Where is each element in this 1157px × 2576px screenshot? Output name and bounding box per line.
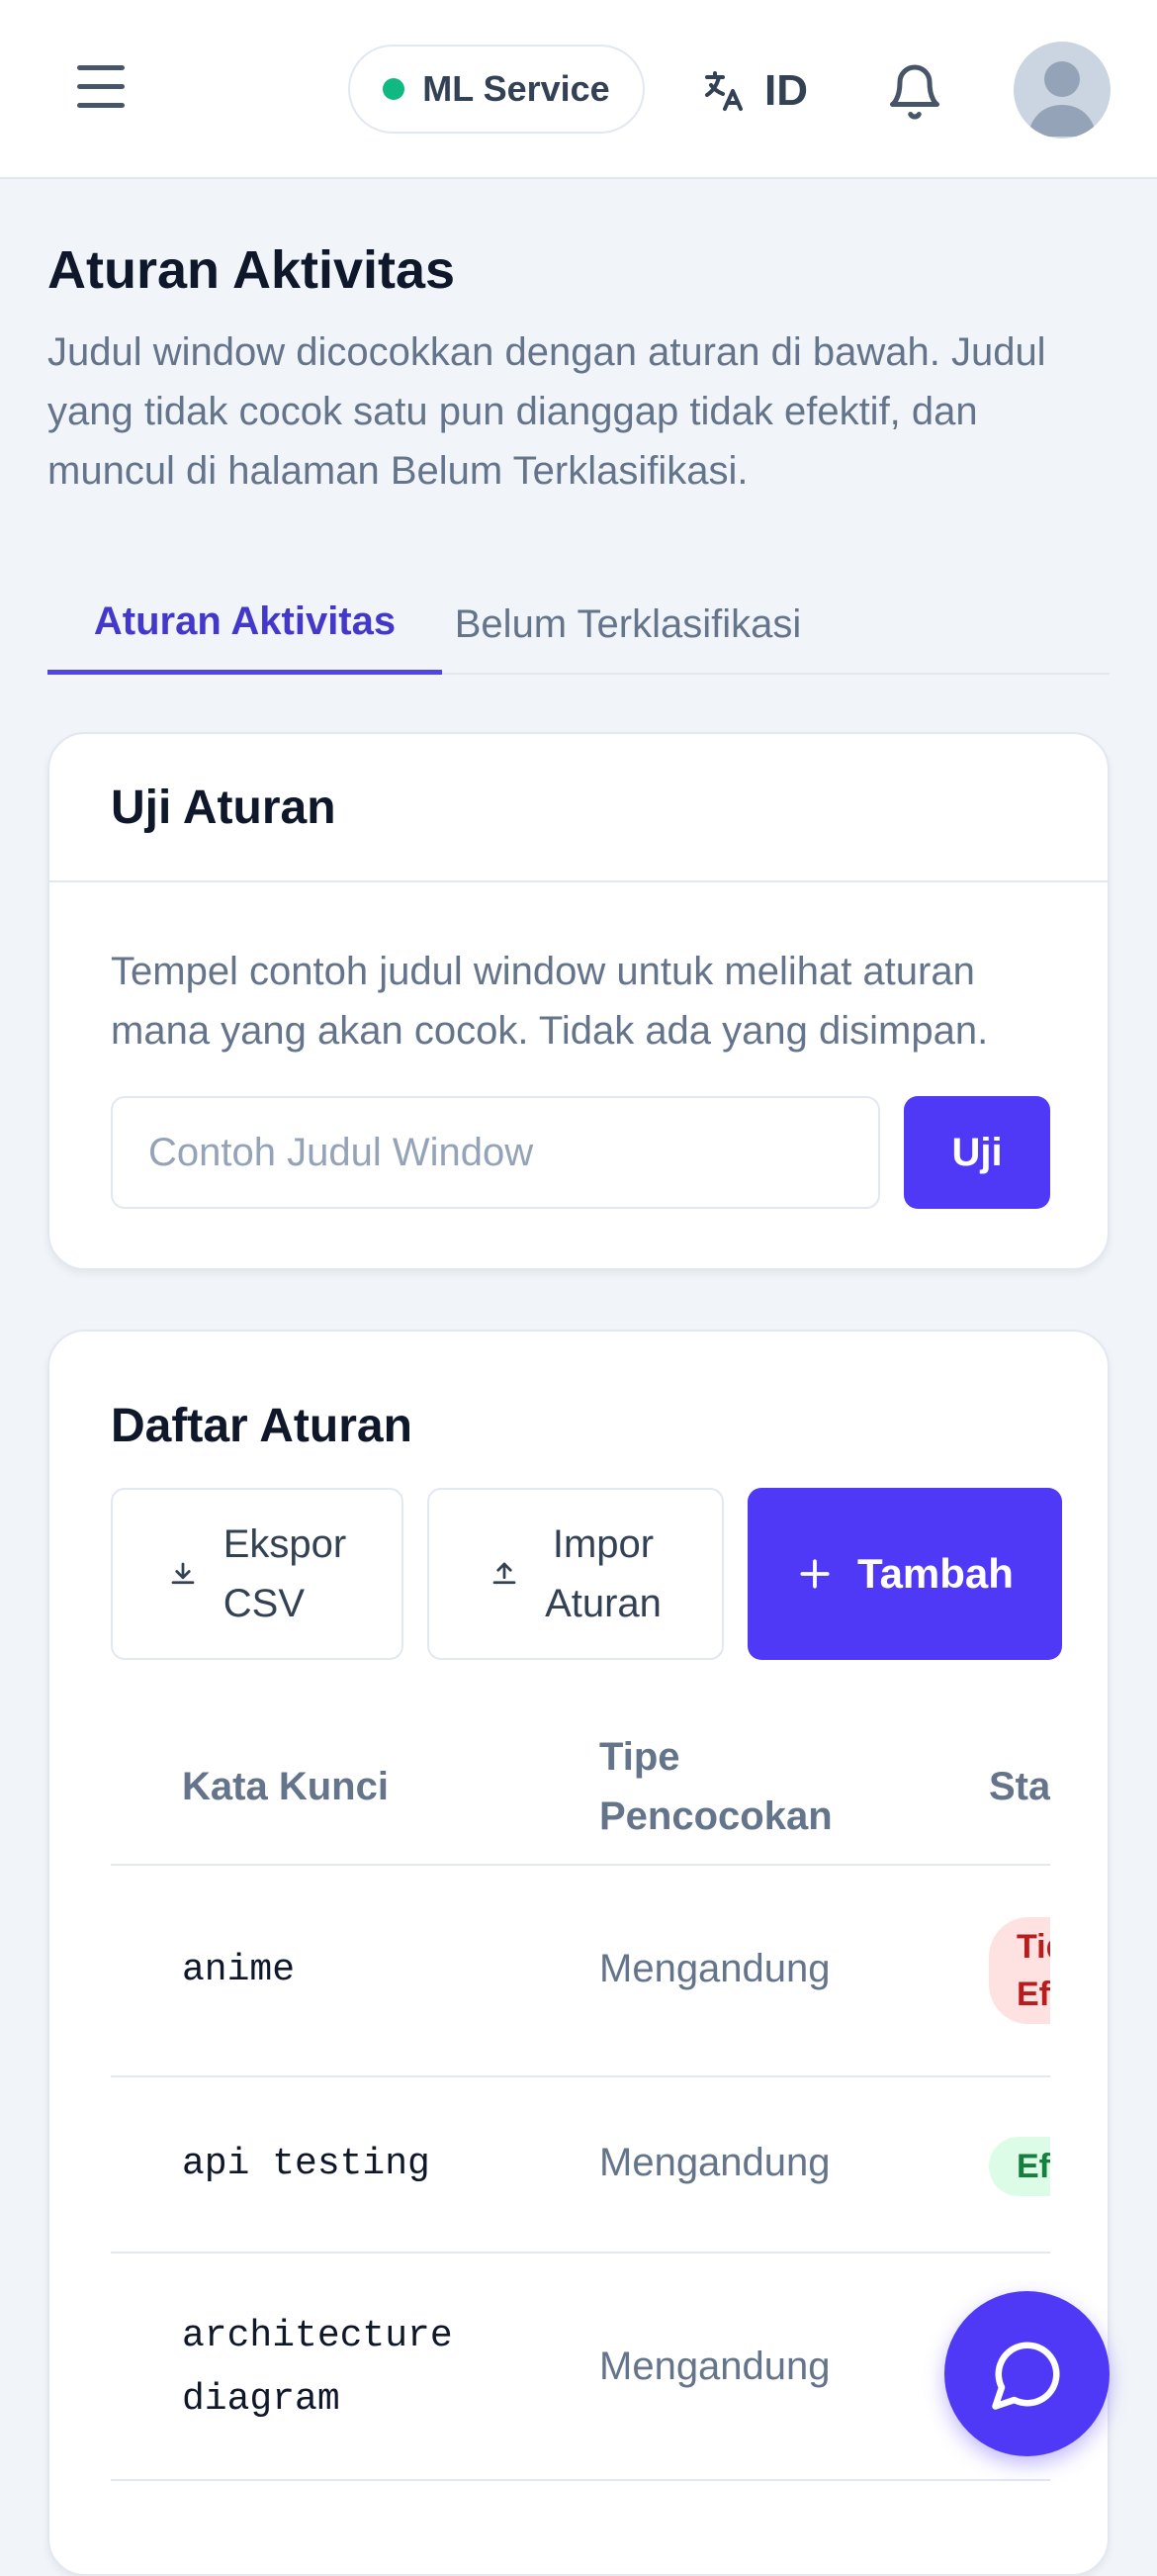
rule-keyword: api testing [182,2143,430,2185]
plus-icon [800,1559,830,1589]
user-avatar-icon[interactable] [1014,42,1111,138]
status-dot-icon [383,78,405,100]
column-header-status[interactable]: Status [989,1757,1050,1816]
status-badge: Tidak Efektif [989,1917,1050,2024]
rules-table-header: Kata Kunci Tipe Pencocokan Status [111,1707,1050,1866]
table-row[interactable]: architecture diagram Mengandung [111,2254,1050,2481]
rule-keyword-line1: architecture [182,2315,453,2357]
hamburger-icon[interactable] [77,65,125,109]
top-app-bar: ML Service ID [0,0,1157,179]
import-label-line2: Aturan [545,1582,662,1625]
add-rule-label: Tambah [857,1550,1014,1597]
rule-match-type: Mengandung [599,2345,831,2388]
chat-fab-button[interactable] [944,2291,1110,2456]
tab-aturan-aktivitas[interactable]: Aturan Aktivitas [47,574,442,675]
import-rules-label: Impor Aturan [545,1515,662,1633]
export-csv-label: Ekspor CSV [223,1515,347,1633]
export-label-line1: Ekspor [222,1522,347,1566]
language-switcher[interactable]: ID [699,61,808,121]
rule-keyword: anime [182,1949,296,1991]
tab-belum-terklasifikasi[interactable]: Belum Terklasifikasi [442,574,814,675]
test-rule-card-header: Uji Aturan [49,734,1108,882]
status-badge-line2: Efektif [1017,1976,1050,2013]
export-csv-button[interactable]: Ekspor CSV [111,1488,403,1660]
test-rule-help-text: Tempel contoh judul window untuk melihat… [111,950,989,1053]
add-rule-button[interactable]: Tambah [748,1488,1062,1660]
tab-bar: Aturan Aktivitas Belum Terklasifikasi [47,574,1110,675]
translate-icon [705,71,743,111]
upload-icon [492,1562,516,1585]
language-code: ID [764,66,808,115]
ml-service-label: ML Service [422,68,610,109]
bell-icon[interactable] [885,60,944,124]
rules-list-title: Daftar Aturan [111,1400,412,1452]
test-rule-card-title: Uji Aturan [111,781,336,834]
status-badge-line1: Tidak [1017,1928,1050,1966]
test-button[interactable]: Uji [904,1096,1050,1209]
ml-service-status-pill[interactable]: ML Service [348,45,645,134]
status-badge: Efektif [989,2137,1050,2196]
chat-bubble-icon [991,2342,1059,2410]
table-row[interactable]: api testing Mengandung Efektif [111,2077,1050,2254]
rule-keyword: architecture diagram [182,2305,453,2432]
test-rule-card: Uji Aturan Tempel contoh judul window un… [47,732,1110,1270]
rule-match-type: Mengandung [599,2141,831,2184]
rule-match-type: Mengandung [599,1947,831,1990]
page-description: Judul window dicocokkan dengan aturan di… [47,330,1046,493]
rule-keyword-line2: diagram [182,2378,340,2421]
window-title-test-input[interactable] [111,1096,880,1209]
page-title: Aturan Aktivitas [47,240,456,300]
download-icon [171,1562,195,1585]
match-type-header-line2: Pencocokan [599,1794,833,1838]
import-rules-button[interactable]: Impor Aturan [427,1488,724,1660]
match-type-header-line1: Tipe [599,1735,680,1779]
column-header-match-type[interactable]: Tipe Pencocokan [599,1727,856,1846]
rules-table: Kata Kunci Tipe Pencocokan Status anime … [111,1707,1050,2574]
import-label-line1: Impor [552,1522,655,1566]
export-label-line2: CSV [222,1582,305,1625]
column-header-keyword[interactable]: Kata Kunci [182,1757,389,1816]
table-row[interactable]: anime Mengandung Tidak Efektif [111,1866,1050,2077]
